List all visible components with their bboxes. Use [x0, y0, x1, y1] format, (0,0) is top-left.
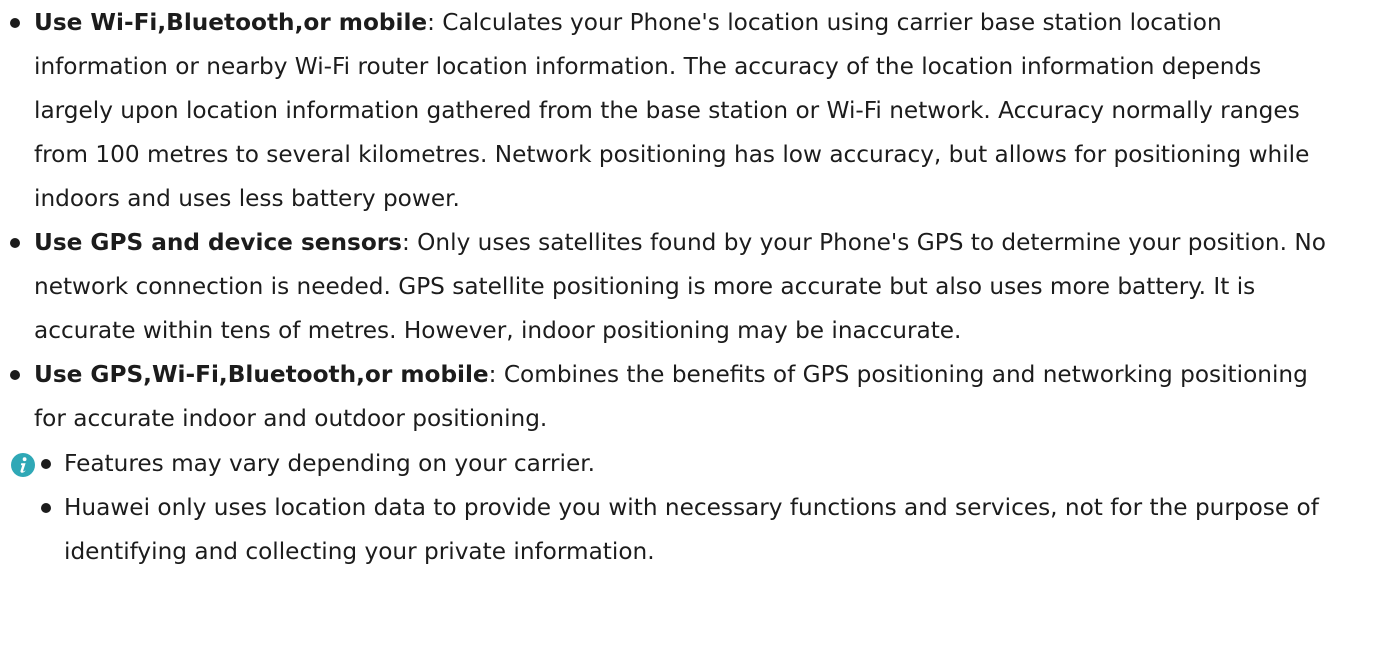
- bullet-icon: [41, 459, 51, 469]
- option-description: : Calculates your Phone's location using…: [34, 9, 1310, 212]
- note-item: Huawei only uses location data to provid…: [41, 486, 1331, 574]
- option-term: Use GPS and device sensors: [34, 229, 402, 256]
- list-item-text: Use GPS,Wi-Fi,Bluetooth,or mobile: Combi…: [34, 353, 1340, 441]
- document-page: Use Wi-Fi,Bluetooth,or mobile: Calculate…: [0, 0, 1380, 670]
- bullet-icon: [41, 503, 51, 513]
- info-icon: [11, 453, 35, 477]
- option-term: Use Wi-Fi,Bluetooth,or mobile: [34, 9, 428, 36]
- note-item-text: Features may vary depending on your carr…: [64, 450, 595, 477]
- bullet-icon: [10, 238, 20, 248]
- note-item: Features may vary depending on your carr…: [41, 442, 1331, 486]
- list-item-text: Use Wi-Fi,Bluetooth,or mobile: Calculate…: [34, 1, 1340, 221]
- note-box: Features may vary depending on your carr…: [11, 441, 1341, 641]
- list-item-wifi-bluetooth-mobile: Use Wi-Fi,Bluetooth,or mobile: Calculate…: [10, 1, 1340, 221]
- note-item-text: Huawei only uses location data to provid…: [64, 494, 1319, 565]
- list-item-gps-device-sensors: Use GPS and device sensors: Only uses sa…: [10, 221, 1340, 353]
- bullet-icon: [10, 370, 20, 380]
- bullet-icon: [10, 18, 20, 28]
- list-item-text: Use GPS and device sensors: Only uses sa…: [34, 221, 1340, 353]
- option-term: Use GPS,Wi-Fi,Bluetooth,or mobile: [34, 361, 489, 388]
- list-item-gps-wifi-bluetooth-mobile: Use GPS,Wi-Fi,Bluetooth,or mobile: Combi…: [10, 353, 1340, 441]
